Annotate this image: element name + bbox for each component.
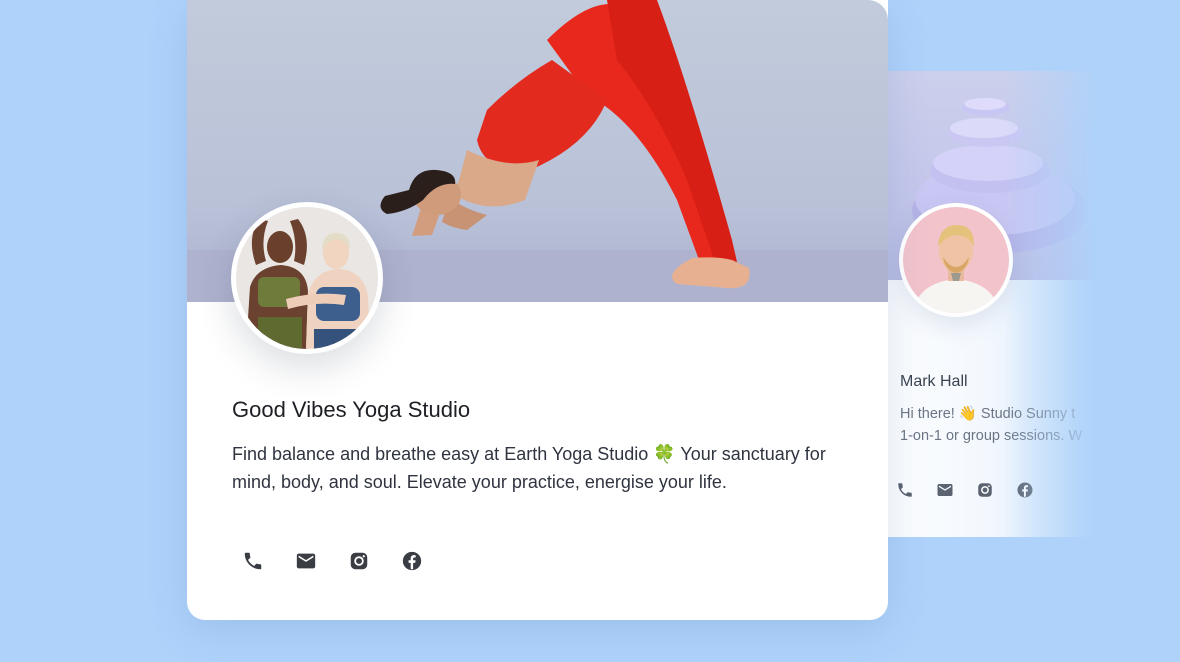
mail-icon[interactable]: [295, 550, 317, 572]
facebook-icon[interactable]: [401, 550, 423, 572]
avatar-studio[interactable]: [231, 202, 383, 354]
page-title: Good Vibes Yoga Studio: [232, 397, 471, 422]
instagram-icon[interactable]: [348, 550, 370, 572]
avatar-mark-hall[interactable]: [899, 203, 1013, 317]
phone-icon[interactable]: [896, 481, 914, 499]
phone-icon[interactable]: [242, 550, 264, 572]
mail-icon[interactable]: [936, 481, 954, 499]
instagram-icon[interactable]: [976, 481, 994, 499]
fade-overlay: [1004, 71, 1094, 537]
profile-name: Mark Hall: [900, 373, 968, 390]
profile-card-good-vibes[interactable]: Good Vibes Yoga Studio Find balance and …: [187, 0, 888, 620]
profile-card-mark-hall[interactable]: Mark Hall Hi there! 👋 Studio Sunny t 1-o…: [860, 71, 1094, 537]
profile-description: Find balance and breathe easy at Earth Y…: [232, 444, 826, 492]
contact-icons: [242, 550, 423, 572]
